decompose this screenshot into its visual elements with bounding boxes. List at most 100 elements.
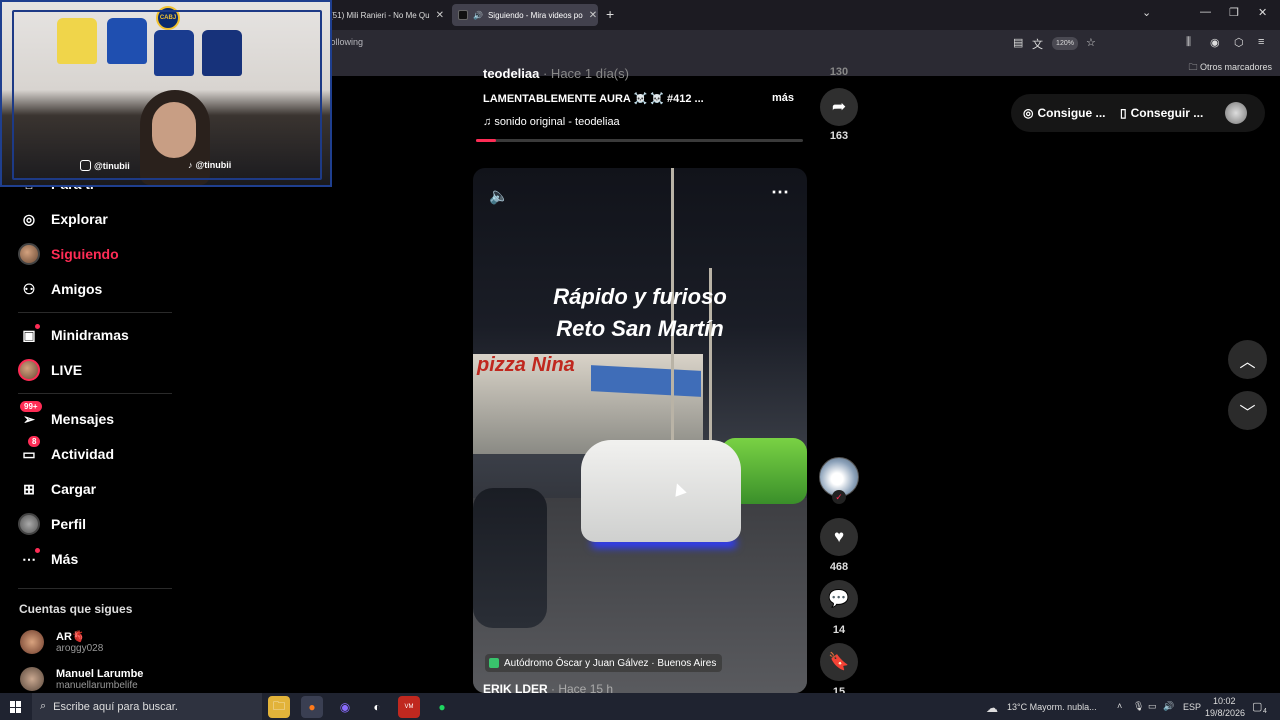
reader-view-icon[interactable]: ▤ — [1013, 36, 1023, 49]
close-tab-icon[interactable]: ✕ — [436, 10, 444, 21]
firefox-icon[interactable]: ● — [301, 696, 323, 718]
sidebar-item-mas[interactable]: ⋯ Más — [18, 547, 78, 571]
video-white-car — [581, 440, 741, 542]
messages-badge: 99+ — [20, 401, 42, 412]
sidebar-item-label: Explorar — [51, 211, 108, 227]
prev-count: 130 — [829, 66, 849, 78]
microphone-icon[interactable]: 🎙 — [1133, 701, 1144, 712]
language-indicator[interactable]: ESP — [1183, 702, 1201, 712]
comment-count: 14 — [832, 624, 846, 636]
get-coins-button[interactable]: ◎ Consigue ... — [1023, 106, 1106, 120]
sidebar-item-actividad[interactable]: ▭ 8 Actividad — [18, 436, 114, 466]
bookmark-icon: 🔖 — [828, 652, 850, 671]
windows-taskbar: ⌕ Escribe aquí para buscar. 🗀 ● ◉ ◐ VM ●… — [0, 693, 1280, 720]
sidebar-item-siguiendo[interactable]: Siguiendo — [18, 242, 119, 266]
spotify-icon[interactable]: ● — [431, 696, 453, 718]
new-tab-button[interactable]: + — [606, 6, 614, 22]
sidebar-item-cargar[interactable]: ⊞ Cargar — [18, 477, 96, 501]
followed-account[interactable]: Manuel Larumbe manuellarumbelife — [20, 667, 143, 691]
tab-mili-ranieri[interactable]: (51) Mili Ranieri - No Me Qu ✕ — [324, 4, 448, 26]
get-app-button[interactable]: ▯ Conseguir ... — [1120, 106, 1203, 120]
tab-label: Siguiendo - Mira videos po — [487, 10, 583, 20]
followed-account[interactable]: AR🫀 aroggy028 — [20, 630, 103, 654]
extensions-icon[interactable]: ⬡ — [1234, 36, 1244, 49]
save-button[interactable]: 🔖 — [820, 643, 858, 681]
next-video-button[interactable]: ﹀ — [1228, 391, 1267, 430]
sidebar-divider — [18, 312, 172, 313]
video-author[interactable]: ERIK LDER · Hace 15 h — [483, 682, 613, 693]
chevron-down-icon: ﹀ — [1239, 404, 1256, 422]
volume-icon[interactable]: 🔈 — [489, 186, 509, 206]
tray-chevron-icon[interactable]: ˄ — [1117, 701, 1122, 711]
following-check-icon[interactable]: ✓ — [832, 490, 846, 504]
tab-list-icon[interactable]: ⌄ — [1142, 6, 1151, 19]
account-name: Manuel Larumbe — [56, 667, 144, 680]
following-accounts-heading: Cuentas que sigues — [19, 602, 133, 616]
sidebar-item-label: Cargar — [51, 481, 97, 497]
like-button[interactable]: ♥ — [820, 518, 858, 556]
avatar — [20, 667, 44, 691]
translate-icon[interactable]: 文 — [1032, 36, 1043, 52]
video-player[interactable]: pizza Nina Rápido y furioso Reto San Mar… — [473, 168, 807, 693]
phone-icon: ▯ — [1120, 106, 1127, 120]
other-bookmarks[interactable]: 🗀 Otros marcadores — [1188, 60, 1272, 76]
account-handle: manuellarumbelife — [56, 679, 138, 691]
close-window-button[interactable]: ✕ — [1258, 6, 1267, 19]
share-button[interactable]: ➦ — [820, 88, 858, 126]
obs-icon[interactable]: ◐ — [366, 696, 388, 718]
speaker-icon[interactable]: 🔊 — [473, 11, 483, 20]
profile-avatar[interactable] — [1225, 102, 1247, 124]
upper-post-progress[interactable] — [476, 139, 803, 142]
activity-icon: ▭ 8 — [18, 436, 41, 465]
sidebar-item-label: LIVE — [51, 362, 83, 378]
share-count: 163 — [829, 130, 849, 142]
volume-tray-icon[interactable]: 🔊 — [1163, 701, 1174, 712]
account-icon[interactable]: ◉ — [1210, 36, 1220, 49]
avatar — [20, 630, 44, 654]
more-options-icon[interactable]: ⋯ — [771, 182, 789, 203]
zoom-level[interactable]: 120% — [1052, 37, 1078, 50]
sidebar-item-live[interactable]: LIVE — [18, 358, 82, 382]
menu-icon[interactable]: ≡ — [1258, 36, 1264, 48]
clock-time[interactable]: 10:02 — [1213, 696, 1236, 706]
video-time: · Hace 15 h — [551, 682, 614, 693]
sidebar-item-mensajes[interactable]: ➢ 99+ Mensajes — [18, 401, 114, 431]
clock-date[interactable]: 19/8/2026 — [1205, 708, 1245, 718]
file-explorer-icon[interactable]: 🗀 — [268, 696, 290, 718]
sidebar-item-amigos[interactable]: ⚇ Amigos — [18, 277, 103, 301]
location-label: Autódromo Óscar y Juan Gálvez · Buenos A… — [504, 657, 717, 669]
notification-center-icon[interactable]: ▢ — [1252, 700, 1262, 713]
sidebar-item-explorar[interactable]: ◎ Explorar — [18, 207, 108, 231]
search-icon: ⌕ — [40, 700, 47, 712]
taskbar-search[interactable]: ⌕ Escribe aquí para buscar. — [32, 693, 262, 720]
upper-post-time: · Hace 1 día(s) — [542, 66, 629, 81]
tab-siguiendo[interactable]: 🔊 Siguiendo - Mira videos po ✕ — [452, 4, 598, 26]
get-app-label: Conseguir ... — [1130, 106, 1204, 120]
library-icon[interactable]: ⫼ — [1186, 36, 1191, 49]
network-icon[interactable]: ▭ — [1148, 701, 1157, 712]
see-more-link[interactable]: más — [772, 92, 794, 104]
location-tag[interactable]: Autódromo Óscar y Juan Gálvez · Buenos A… — [485, 654, 723, 672]
windows-start-icon[interactable] — [10, 701, 22, 713]
close-tab-icon[interactable]: ✕ — [589, 10, 597, 21]
send-icon: ➢ 99+ — [18, 401, 42, 430]
bookmark-star-icon[interactable]: ☆ — [1086, 36, 1096, 49]
webcam-frame — [12, 10, 322, 180]
sidebar-item-minidramas[interactable]: ▣ Minidramas — [18, 323, 129, 347]
previous-video-button[interactable]: ︿ — [1228, 340, 1267, 379]
location-icon — [489, 658, 499, 668]
minimize-button[interactable]: — — [1200, 6, 1211, 18]
coin-icon: ◎ — [1023, 106, 1034, 120]
tiktok-handle: ♪ @tinubii — [188, 160, 231, 170]
sidebar-item-perfil[interactable]: Perfil — [18, 512, 86, 536]
plus-box-icon: ⊞ — [23, 480, 35, 497]
comment-button[interactable]: 💬 — [820, 580, 858, 618]
maximize-button[interactable]: ❐ — [1229, 6, 1239, 19]
weather-label[interactable]: 13°C Mayorm. nubla... — [1007, 702, 1097, 712]
upper-post-sound[interactable]: ♫ sonido original - teodeliaa — [483, 116, 620, 128]
upper-post-author[interactable]: teodeliaa · Hace 1 día(s) — [483, 66, 629, 81]
account-handle: aroggy028 — [56, 643, 104, 654]
app-icon[interactable]: ◉ — [334, 696, 356, 718]
following-avatar — [18, 243, 40, 265]
voicemeeter-icon[interactable]: VM — [398, 696, 420, 718]
